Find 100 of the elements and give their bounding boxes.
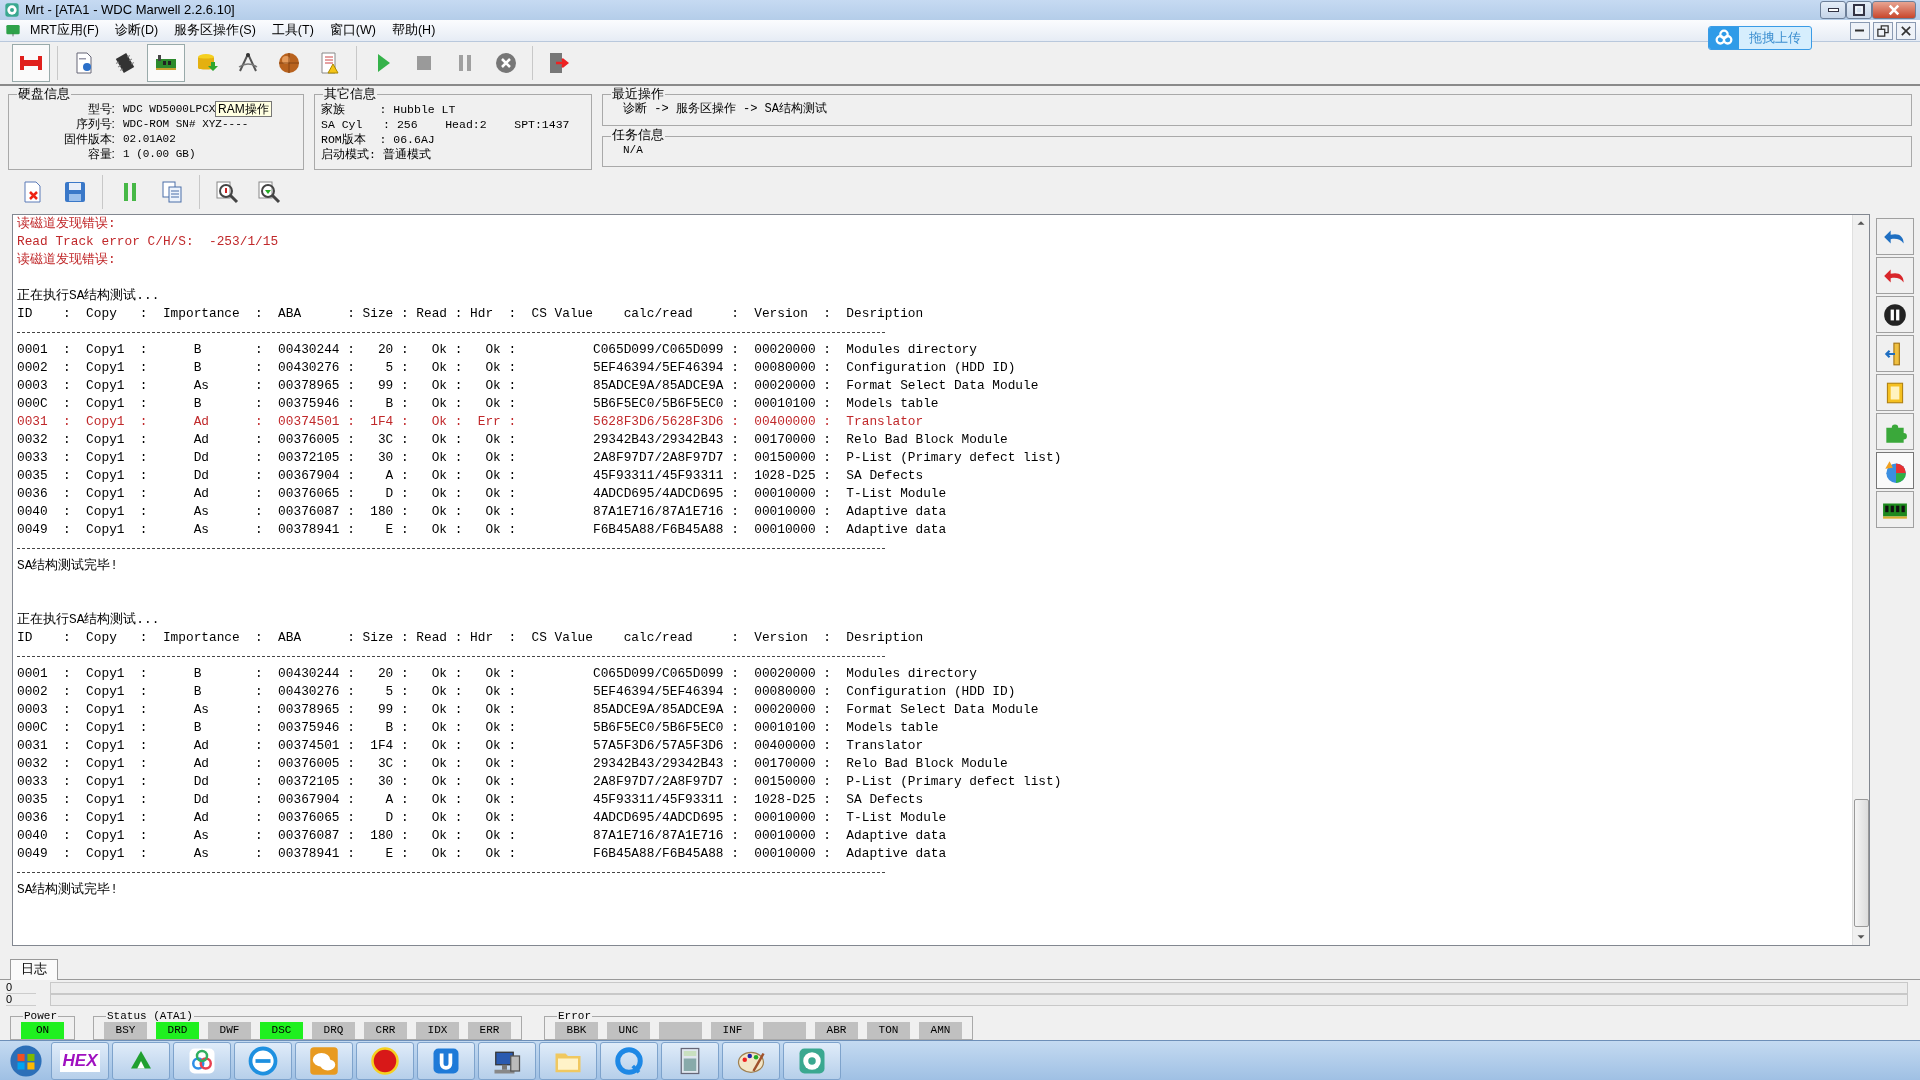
close-button[interactable] (1872, 1, 1916, 19)
group-title: 其它信息 (323, 88, 377, 102)
log-line: 正在执行SA结构测试... (17, 287, 161, 305)
taskbar-app-button[interactable] (722, 1041, 780, 1080)
chat-icon (309, 1045, 339, 1076)
status-indicator: ABR (815, 1022, 858, 1040)
status-indicator: BSY (104, 1022, 147, 1040)
browser-icon (248, 1045, 278, 1076)
seal-icon (370, 1045, 400, 1076)
maximize-button[interactable] (1846, 1, 1872, 19)
log-line: 0033 : Copy1 : Dd : 00372105 : 30 : Ok : Ok : 2A8F97D7/2A8F97D7 : 00150000 : P-List (Primary defect list) (17, 773, 1063, 791)
counter-value: 0 (6, 982, 36, 994)
info-line: ROM版本 : 06.6AJ (321, 131, 436, 147)
mdi-minimize-button[interactable] (1849, 21, 1870, 40)
status-indicator: UNC (607, 1022, 650, 1040)
info-line: SA Cyl : 256 Head:2 SPT:1437 (321, 116, 571, 132)
log-line: 0003 : Copy1 : As : 00378965 : 99 : Ok : Ok : 85ADCE9A/85ADCE9A : 00020000 : Format Select Data Module (17, 377, 1040, 395)
undo-button[interactable] (1876, 257, 1914, 294)
pie-chart-button[interactable] (1876, 452, 1914, 489)
taskbar-app-button[interactable] (661, 1041, 719, 1080)
field-value: WDC-ROM SN# XYZ---- (122, 116, 249, 132)
log-line: 0002 : Copy1 : B : 00430276 : 5 : Ok : Ok : 5EF46394/5EF46394 : 00080000 : Configuration (HDD ID) (17, 359, 1017, 377)
status-indicator: DSC (260, 1022, 303, 1040)
log-line: Read Track error C/H/S: -253/1/15 (17, 233, 280, 251)
log-line: SA结构测试完毕! (17, 557, 120, 575)
window-title: Mrt - [ATA1 - WDC Marwell 2.2.6.10] (25, 1, 235, 20)
taskbar-app-button[interactable] (478, 1041, 536, 1080)
log-line: 0001 : Copy1 : B : 00430244 : 20 : Ok : Ok : C065D099/C065D099 : 00020000 : Modules directory (17, 341, 978, 359)
status-indicator: DRQ (312, 1022, 355, 1040)
status-indicator: INF (711, 1022, 754, 1040)
taskbar-app-button[interactable] (234, 1041, 292, 1080)
group-title: 最近操作 (611, 88, 665, 102)
field-value: 02.01A02 (122, 131, 176, 147)
field-label: 型号: (86, 101, 115, 117)
group-title: Power (23, 1010, 58, 1023)
menu-item[interactable]: 帮助(H) (383, 21, 444, 40)
field-value: WDC WD5000LPCX (122, 101, 216, 117)
menu-item[interactable]: 工具(T) (263, 21, 322, 40)
circuit-board-button[interactable] (147, 44, 185, 82)
puzzle-button[interactable] (1876, 413, 1914, 450)
status-indicator: ERR (468, 1022, 511, 1040)
tooltip: RAM操作 (215, 100, 272, 117)
counter-value: 0 (6, 994, 36, 1006)
log-line: ID : Copy : Importance : ABA : Size : Read : Hdr : CS Value calc/read : Version : Desription (17, 629, 925, 647)
connector-button[interactable] (12, 44, 50, 82)
book-button[interactable] (1876, 374, 1914, 411)
taskbar-app-button[interactable] (356, 1041, 414, 1080)
cancel-icon (494, 51, 518, 75)
log-line: 0032 : Copy1 : Ad : 00376005 : 3C : Ok : Ok : 29342B43/29342B43 : 00170000 : Relo Bad Block Module (17, 431, 1009, 449)
log-line: 0040 : Copy1 : As : 00376087 : 180 : Ok : Ok : 87A1E716/87A1E716 : 00010000 : Adaptive data (17, 503, 948, 521)
search-icon (257, 180, 281, 204)
status-indicator: TON (867, 1022, 910, 1040)
warning-document-icon (318, 51, 342, 75)
log-line: 0035 : Copy1 : Dd : 00367904 : A : Ok : Ok : 45F93311/45F93311 : 1028-D25 : SA Defects (17, 791, 925, 809)
log-line: 0031 : Copy1 : Ad : 00374501 : 1F4 : Ok : Ok : 57A5F3D6/57A5F3D6 : 00400000 : Translator (17, 737, 925, 755)
exit-icon (547, 51, 571, 75)
tab[interactable]: 日志 (10, 959, 58, 980)
mdi-restore-button[interactable] (1872, 21, 1893, 40)
app-icon (4, 2, 20, 18)
restore-icon (1876, 24, 1889, 37)
mdi-close-button[interactable] (1896, 21, 1916, 40)
log-line: 正在执行SA结构测试... (17, 611, 161, 629)
scrollbar[interactable] (1852, 215, 1869, 945)
restore-icon (1853, 4, 1865, 16)
minimize-icon (1827, 8, 1839, 12)
scrollbar-thumb[interactable] (1853, 799, 1869, 927)
log-line: 读磁道发现错误: (17, 215, 117, 233)
copy-icon (160, 180, 184, 204)
menu-item[interactable]: 诊断(D) (106, 21, 167, 40)
sphere-icon (277, 51, 301, 75)
log-line: 0049 : Copy1 : As : 00378941 : E : Ok : Ok : F6B45A88/F6B45A88 : 00010000 : Adaptive data (17, 845, 948, 863)
close-icon (1901, 25, 1911, 36)
log-line: 0036 : Copy1 : Ad : 00376065 : D : Ok : Ok : 4ADCD695/4ADCD695 : 00010000 : T-List Module (17, 485, 948, 503)
status-indicator: DWF (208, 1022, 251, 1040)
taskbar-app-button[interactable]: HEX (51, 1041, 109, 1080)
menu-item[interactable]: 服务区操作(S) (166, 21, 264, 40)
menu-item[interactable]: 窗口(W) (321, 21, 384, 40)
taskbar-app-button[interactable] (417, 1041, 475, 1080)
log-line: SA结构测试完毕! (17, 881, 120, 899)
field-label: 序列号: (74, 116, 115, 132)
log-line: 0036 : Copy1 : Ad : 00376065 : D : Ok : Ok : 4ADCD695/4ADCD695 : 00010000 : T-List Module (17, 809, 948, 827)
log-line: 0002 : Copy1 : B : 00430276 : 5 : Ok : Ok : 5EF46394/5EF46394 : 00080000 : Configuration (HDD ID) (17, 683, 1017, 701)
log-line: 0033 : Copy1 : Dd : 00372105 : 30 : Ok : Ok : 2A8F97D7/2A8F97D7 : 00150000 : P-List (Primary defect list) (17, 449, 1063, 467)
browser-icon (614, 1045, 644, 1076)
undo-button[interactable] (1876, 218, 1914, 255)
minimize-button[interactable] (1820, 1, 1846, 19)
pause-button[interactable] (1876, 296, 1914, 333)
menu-item[interactable]: MRT应用(F) (22, 21, 107, 40)
taskbar-app-button[interactable] (173, 1041, 231, 1080)
minimize-icon (1855, 29, 1864, 32)
windows-logo-icon (9, 1043, 43, 1078)
log-line: 0003 : Copy1 : As : 00378965 : 99 : Ok : Ok : 85ADCE9A/85ADCE9A : 00020000 : Format Select Data Module (17, 701, 1040, 719)
field-label: 固件版本: (62, 131, 115, 147)
log-line: 000C : Copy1 : B : 00375946 : B : Ok : Ok : 5B6F5EC0/5B6F5EC0 : 00010100 : Models table (17, 395, 940, 413)
log-line: 读磁道发现错误: (17, 251, 117, 269)
group-title: Status (ATA1) (106, 1010, 194, 1023)
close-icon (1888, 4, 1900, 16)
group-title: 硬盘信息 (17, 88, 71, 102)
memory-button[interactable] (1876, 491, 1914, 528)
pause-icon (1882, 301, 1908, 328)
